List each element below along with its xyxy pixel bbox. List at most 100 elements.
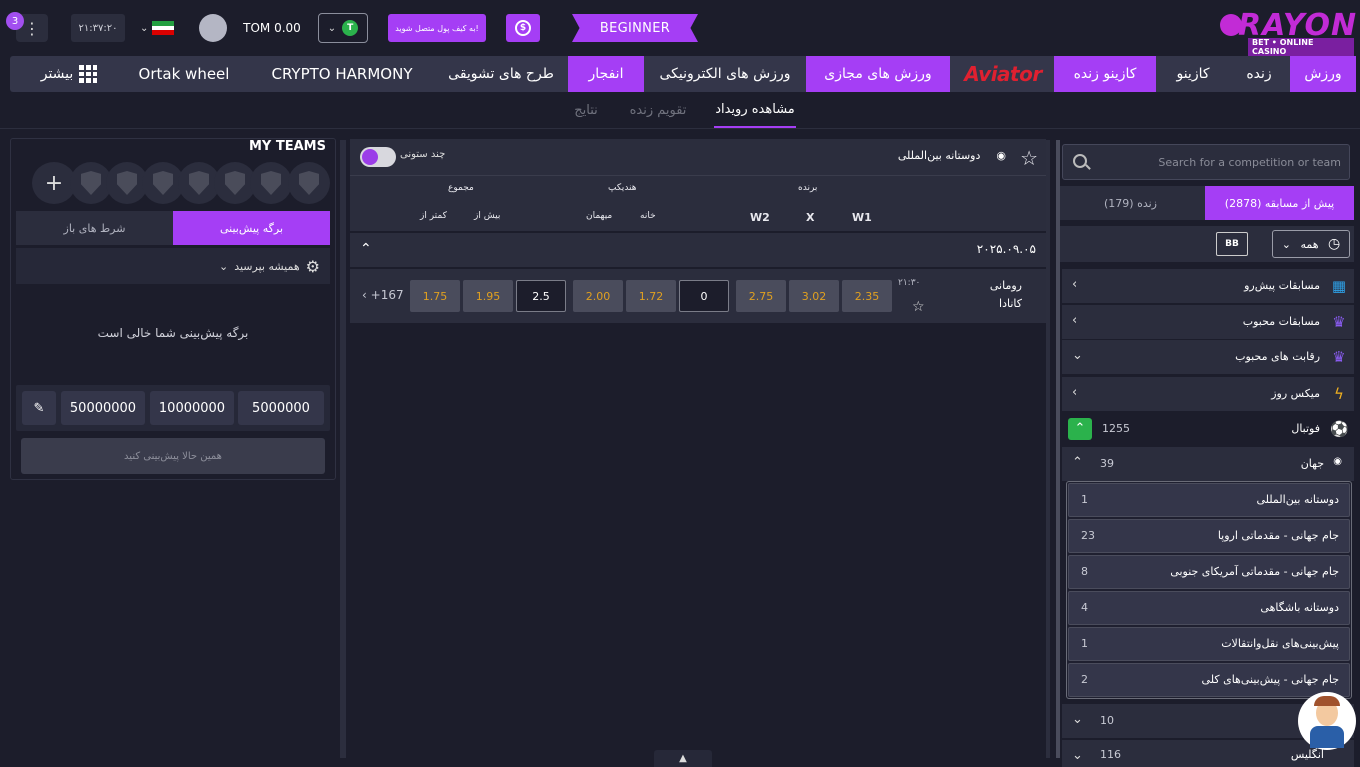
nav-ortak-wheel[interactable]: Ortak wheel bbox=[124, 56, 244, 92]
nav-casino[interactable]: کازینو bbox=[1160, 56, 1226, 92]
nav-virtual-sports[interactable]: ورزش های مجازی bbox=[806, 56, 950, 92]
team-away: کانادا bbox=[999, 297, 1022, 310]
team-slot-shield-icon[interactable] bbox=[288, 162, 330, 204]
odd-handicap-away[interactable]: 2.00 bbox=[573, 280, 623, 312]
divider bbox=[0, 128, 1360, 129]
competition-item[interactable]: دوستانه باشگاهی 4 bbox=[1068, 591, 1350, 625]
search-input[interactable] bbox=[1099, 145, 1347, 179]
odd-over[interactable]: 1.95 bbox=[463, 280, 513, 312]
chevron-up-icon: ⌃ bbox=[360, 241, 372, 257]
stake-button[interactable]: 10000000 bbox=[150, 391, 234, 425]
sidebar-item-day-mix[interactable]: ‹ میکس روز ϟ bbox=[1062, 377, 1354, 411]
competition-item[interactable]: جام جهانی - مقدماتی آمریکای جنوبی 8 bbox=[1068, 555, 1350, 589]
bet-builder-button[interactable]: BB bbox=[1216, 232, 1248, 256]
nav-sports[interactable]: ورزش bbox=[1290, 56, 1356, 92]
nav-esports[interactable]: ورزش های الکترونیکی bbox=[650, 56, 800, 92]
rayon-logo[interactable]: RAYON BET • ONLINE CASINO bbox=[1214, 8, 1356, 56]
total-line: 2.5 bbox=[516, 280, 566, 312]
main-nav: ورزش زنده کازینو کازینو زنده Aviator ورز… bbox=[10, 56, 1356, 92]
column-divider bbox=[340, 140, 346, 758]
odd-w1[interactable]: 2.35 bbox=[842, 280, 892, 312]
more-markets-link[interactable]: ‹ +167 bbox=[362, 288, 404, 302]
sidebar-item-upcoming[interactable]: ‹ مسابقات پیش‌رو ▦ bbox=[1062, 269, 1354, 303]
tab-prematch[interactable]: پیش از مسابقه (2878) bbox=[1205, 186, 1354, 220]
market-headers: برنده هندیکپ مجموع W1 X W2 خانه میهمان ب… bbox=[350, 175, 1046, 231]
filter-bar: BB ⌄ همه ◷ bbox=[1056, 226, 1354, 262]
user-avatar-icon[interactable] bbox=[199, 14, 227, 42]
tab-open-bets[interactable]: شرط های باز bbox=[16, 211, 173, 245]
level-badge[interactable]: BEGINNER bbox=[572, 14, 698, 42]
support-body bbox=[1310, 726, 1344, 748]
sidebar-item-popular-competitions[interactable]: ⌄ رقابت های محبوب ♛ bbox=[1062, 340, 1354, 374]
center-scrollbar[interactable] bbox=[1046, 140, 1050, 758]
search-box bbox=[1062, 144, 1350, 180]
odd-under[interactable]: 1.75 bbox=[410, 280, 460, 312]
competition-header: چند ستونی دوستانه بین‌المللی ◉ ☆ bbox=[350, 139, 1046, 175]
connect-wallet-button[interactable]: به کیف پول متصل شوید! bbox=[388, 14, 486, 42]
chevron-left-icon: ‹ bbox=[362, 288, 367, 302]
calendar-icon: ▦ bbox=[1331, 277, 1347, 295]
tab-live-events[interactable]: زنده (179) bbox=[1056, 186, 1205, 220]
competition-item[interactable]: پیش‌بینی‌های نقل‌وانتقالات 1 bbox=[1068, 627, 1350, 661]
stake-button[interactable]: 5000000 bbox=[238, 391, 324, 425]
sidebar-item-football[interactable]: ⌃ 1255 فوتبال ⚽ bbox=[1062, 412, 1354, 446]
tab-betslip[interactable]: برگه پیش‌بینی bbox=[173, 211, 330, 245]
match-row[interactable]: رومانی کانادا ۲۱:۳۰ ☆ 2.35 3.02 2.75 0 1… bbox=[350, 269, 1046, 323]
date-group-header[interactable]: ⌃ ۲۰۲۵.۰۹.۰۵ bbox=[350, 233, 1046, 267]
nav-live-casino[interactable]: کازینو زنده bbox=[1054, 56, 1156, 92]
handicap-line: 0 bbox=[679, 280, 729, 312]
competition-title: دوستانه بین‌المللی ◉ bbox=[897, 149, 1006, 162]
stake-button[interactable]: 50000000 bbox=[61, 391, 145, 425]
nav-crypto-harmony[interactable]: CRYPTO HARMONY bbox=[250, 56, 434, 92]
tab-results[interactable]: نتایج bbox=[570, 92, 602, 128]
odd-handicap-home[interactable]: 1.72 bbox=[626, 280, 676, 312]
my-teams-title: MY TEAMS bbox=[249, 139, 326, 154]
match-favorite-star-icon[interactable]: ☆ bbox=[912, 299, 925, 315]
scroll-top-button[interactable]: ▲ bbox=[654, 750, 712, 767]
chevron-down-icon: ⌄ bbox=[218, 259, 229, 273]
chevron-down-icon: ⌄ bbox=[1072, 748, 1083, 763]
odds-change-selector[interactable]: ⌄ همیشه بپرسید ⚙ bbox=[16, 248, 330, 284]
favorite-star-icon[interactable]: ☆ bbox=[1020, 146, 1038, 170]
sidebar-item-popular[interactable]: ‹ مسابقات محبوب ♛ bbox=[1062, 305, 1354, 339]
nav-more[interactable]: بیشتر bbox=[24, 56, 114, 92]
empty-betslip-text: برگه پیش‌بینی شما خالی است bbox=[97, 326, 249, 340]
competition-item[interactable]: دوستانه بین‌المللی 1 bbox=[1068, 483, 1350, 517]
support-hair bbox=[1314, 696, 1340, 706]
trophy-icon: ♛ bbox=[1332, 313, 1346, 331]
chevron-left-icon: ‹ bbox=[1072, 385, 1078, 400]
tab-event-view[interactable]: مشاهده رویداد bbox=[714, 92, 796, 128]
tab-live-calendar[interactable]: تقویم زنده bbox=[628, 92, 688, 128]
support-chat-avatar-icon[interactable] bbox=[1298, 692, 1356, 750]
nav-promotions[interactable]: طرح های تشویقی bbox=[440, 56, 562, 92]
currency-selector[interactable]: ⌄ T bbox=[318, 13, 368, 43]
search-icon bbox=[1073, 154, 1087, 168]
place-bet-button[interactable]: همین حالا پیش‌بینی کنید bbox=[21, 438, 325, 474]
odd-x[interactable]: 3.02 bbox=[789, 280, 839, 312]
chevron-down-icon: ⌄ bbox=[1281, 237, 1291, 251]
nav-live[interactable]: زنده bbox=[1232, 56, 1286, 92]
edit-stakes-button[interactable]: ✎ bbox=[22, 391, 56, 425]
chevron-down-icon: ⌄ bbox=[327, 22, 337, 34]
dollar-icon: $ bbox=[515, 20, 531, 36]
tether-icon: T bbox=[342, 20, 359, 36]
caret-up-icon: ▲ bbox=[679, 753, 687, 764]
my-teams-row: + bbox=[32, 162, 330, 204]
globe-icon: ◉ bbox=[996, 149, 1006, 162]
nav-explosion[interactable]: انفجار bbox=[568, 56, 644, 92]
time-filter-select[interactable]: ⌄ همه ◷ bbox=[1272, 230, 1350, 258]
deposit-button[interactable]: $ bbox=[506, 14, 540, 42]
competition-item[interactable]: جام جهانی - پیش‌بینی‌های کلی 2 bbox=[1068, 663, 1350, 697]
odd-w2[interactable]: 2.75 bbox=[736, 280, 786, 312]
competition-item[interactable]: جام جهانی - مقدماتی اروپا 23 bbox=[1068, 519, 1350, 553]
multi-column-toggle[interactable] bbox=[360, 147, 396, 167]
sidebar-scrollbar[interactable] bbox=[1056, 140, 1060, 758]
chevron-up-button[interactable]: ⌃ bbox=[1068, 418, 1092, 440]
team-slot-shield-icon[interactable] bbox=[250, 162, 292, 204]
chevron-down-icon: ⌄ bbox=[140, 22, 149, 34]
chevron-down-icon: ⌄ bbox=[1072, 712, 1083, 727]
nav-aviator[interactable]: Aviator bbox=[958, 56, 1048, 92]
iran-flag-icon bbox=[152, 21, 175, 36]
region-world[interactable]: ⌃ 39 جهان ◉ bbox=[1062, 447, 1354, 481]
language-selector[interactable]: ⌄ bbox=[140, 18, 184, 38]
